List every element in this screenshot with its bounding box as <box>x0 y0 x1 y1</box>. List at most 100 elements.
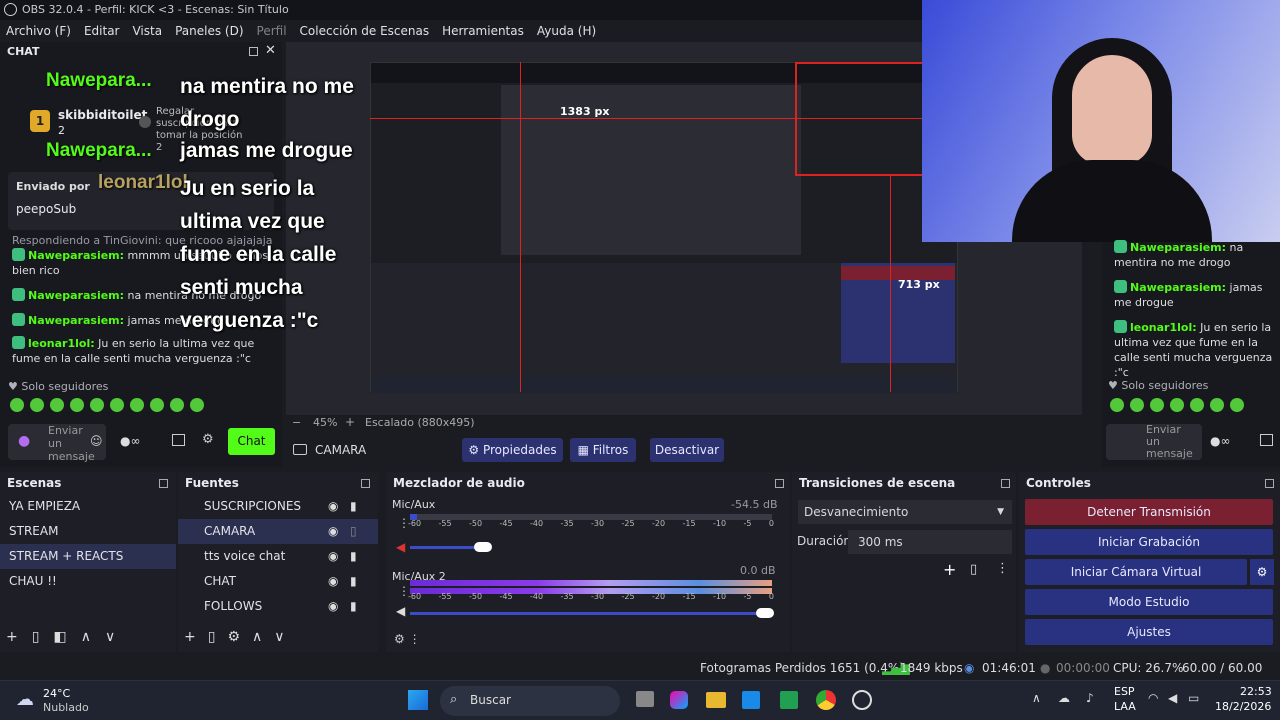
taskbar-search[interactable]: ⌕ Buscar <box>440 686 620 716</box>
muted-speaker-icon[interactable]: ◀ <box>396 540 405 554</box>
stop-stream-button[interactable]: Detener Transmisión <box>1025 499 1273 525</box>
lock-icon[interactable]: ▮ <box>350 569 357 594</box>
obs-taskbar-icon[interactable] <box>852 690 872 710</box>
volume-slider-handle[interactable] <box>756 608 774 618</box>
chat-send-button[interactable]: Chat <box>228 428 275 455</box>
add-transition-icon[interactable]: + <box>943 560 956 579</box>
emote-row[interactable] <box>10 398 210 415</box>
transitions-title: Transiciones de escena <box>799 476 956 490</box>
menu-coleccion[interactable]: Colección de Escenas <box>300 20 430 42</box>
chat-input[interactable]: ● Enviar un mensaje ☺ <box>8 424 106 463</box>
virtual-camera-button[interactable]: Iniciar Cámara Virtual <box>1025 559 1247 585</box>
properties-button[interactable]: ⚙ Propiedades <box>462 438 563 462</box>
close-icon[interactable]: ✕ <box>265 43 276 58</box>
lock-icon[interactable]: ▮ <box>350 594 357 619</box>
selection-bounding-box[interactable] <box>795 62 925 176</box>
lock-icon[interactable]: ▮ <box>350 544 357 569</box>
scene-item[interactable]: YA EMPIEZA <box>0 494 176 519</box>
settings-gear-icon[interactable]: ⚙ <box>202 432 214 447</box>
source-item-selected[interactable]: CAMARA ◉ ▯ <box>178 519 378 544</box>
tray-chevron-up-icon[interactable]: ∧ <box>1032 691 1041 705</box>
spreadsheet-icon[interactable] <box>780 691 798 709</box>
scene-item[interactable]: CHAU !! <box>0 569 176 594</box>
trash-icon[interactable]: ▯ <box>32 629 54 645</box>
gear-icon[interactable]: ⚙ <box>227 629 252 645</box>
lock-icon[interactable]: ▯ <box>350 519 357 544</box>
tray-cloud-icon[interactable]: ☁ <box>1058 691 1070 705</box>
menu-vista[interactable]: Vista <box>132 20 162 42</box>
volume-slider-handle[interactable] <box>474 542 492 552</box>
undock-icon[interactable] <box>775 479 784 488</box>
emoji-icon[interactable]: ☺ <box>90 434 103 448</box>
move-down-icon[interactable]: ∨ <box>105 629 129 645</box>
chrome-icon[interactable] <box>816 690 836 710</box>
windows-start-icon[interactable] <box>408 690 428 710</box>
menu-perfil[interactable]: Perfil <box>257 20 287 42</box>
weather-temp[interactable]: 24°C <box>43 687 70 700</box>
store-icon[interactable] <box>1260 434 1273 446</box>
chat-extras-icon[interactable]: ●∞ <box>1210 434 1230 448</box>
lock-icon[interactable]: ▮ <box>350 494 357 519</box>
trash-icon[interactable]: ▯ <box>970 562 977 577</box>
visibility-eye-icon[interactable]: ◉ <box>328 594 338 619</box>
menu-ayuda[interactable]: Ayuda (H) <box>537 20 596 42</box>
start-recording-button[interactable]: Iniciar Grabación <box>1025 529 1273 555</box>
wifi-icon[interactable]: ◠ <box>1148 691 1158 705</box>
mixer-settings-icon[interactable]: ⚙ ⋮ <box>394 632 421 646</box>
copilot-icon[interactable] <box>670 691 688 709</box>
volume-icon[interactable]: ◀ <box>1168 691 1177 705</box>
scene-item-selected[interactable]: STREAM + REACTS <box>0 544 176 569</box>
tray-mic-icon[interactable]: ♪ <box>1086 691 1094 705</box>
volume-slider-track[interactable] <box>410 612 772 615</box>
filter-icon[interactable]: ◧ <box>53 629 80 645</box>
duration-input[interactable]: 300 ms <box>848 530 1012 554</box>
transition-select[interactable]: Desvanecimiento ▼ <box>798 500 1012 524</box>
source-item[interactable]: CHAT ◉ ▮ <box>178 569 378 594</box>
visibility-eye-icon[interactable]: ◉ <box>328 569 338 594</box>
undock-icon[interactable] <box>1265 479 1274 488</box>
visibility-eye-icon[interactable]: ◉ <box>328 544 338 569</box>
menu-paneles[interactable]: Paneles (D) <box>175 20 243 42</box>
source-item[interactable]: FOLLOWS ◉ ▮ <box>178 594 378 619</box>
trash-icon[interactable]: ▯ <box>208 629 228 645</box>
settings-button[interactable]: Ajustes <box>1025 619 1273 645</box>
clock-time[interactable]: 22:53 <box>1240 685 1272 698</box>
source-item[interactable]: tts voice chat ◉ ▮ <box>178 544 378 569</box>
undock-icon[interactable] <box>159 479 168 488</box>
speaker-icon[interactable]: ◀ <box>396 604 405 618</box>
undock-icon[interactable] <box>361 479 370 488</box>
undock-icon[interactable] <box>1001 479 1010 488</box>
visibility-eye-icon[interactable]: ◉ <box>328 519 338 544</box>
source-toolbar[interactable]: +▯⚙∧∨ <box>184 629 297 645</box>
menu-archivo[interactable]: Archivo (F) <box>6 20 71 42</box>
zoom-in-icon[interactable]: + <box>345 415 355 429</box>
move-down-icon[interactable]: ∨ <box>274 629 296 645</box>
undock-icon[interactable] <box>249 47 258 56</box>
battery-icon[interactable]: ▭ <box>1188 691 1199 705</box>
chat-input[interactable]: Enviar un mensaje <box>1106 424 1202 460</box>
file-explorer-icon[interactable] <box>706 692 726 708</box>
add-icon[interactable]: + <box>6 629 32 645</box>
filters-button[interactable]: ▦ Filtros <box>570 438 636 462</box>
more-icon[interactable]: ⋮ <box>996 561 1009 576</box>
visibility-eye-icon[interactable]: ◉ <box>328 494 338 519</box>
move-up-icon[interactable]: ∧ <box>81 629 105 645</box>
studio-mode-button[interactable]: Modo Estudio <box>1025 589 1273 615</box>
menu-herramientas[interactable]: Herramientas <box>442 20 524 42</box>
move-up-icon[interactable]: ∧ <box>252 629 274 645</box>
deactivate-button[interactable]: Desactivar <box>650 438 724 462</box>
lang-code[interactable]: ESP <box>1114 685 1135 698</box>
zoom-out-icon[interactable]: − <box>292 416 301 429</box>
add-icon[interactable]: + <box>184 629 208 645</box>
store-app-icon[interactable] <box>742 691 760 709</box>
task-view-icon[interactable] <box>636 691 654 707</box>
chat-extras-icon[interactable]: ●∞ <box>120 434 140 448</box>
store-icon[interactable] <box>172 434 185 446</box>
menu-editar[interactable]: Editar <box>84 20 120 42</box>
source-item[interactable]: SUSCRIPCIONES ◉ ▮ <box>178 494 378 519</box>
scene-toolbar[interactable]: +▯◧∧∨ <box>6 629 129 645</box>
emote-row[interactable] <box>1110 398 1250 415</box>
virtual-camera-gear-icon[interactable]: ⚙ <box>1250 559 1274 585</box>
mic-icon[interactable]: ● <box>18 433 30 449</box>
scene-item[interactable]: STREAM <box>0 519 176 544</box>
